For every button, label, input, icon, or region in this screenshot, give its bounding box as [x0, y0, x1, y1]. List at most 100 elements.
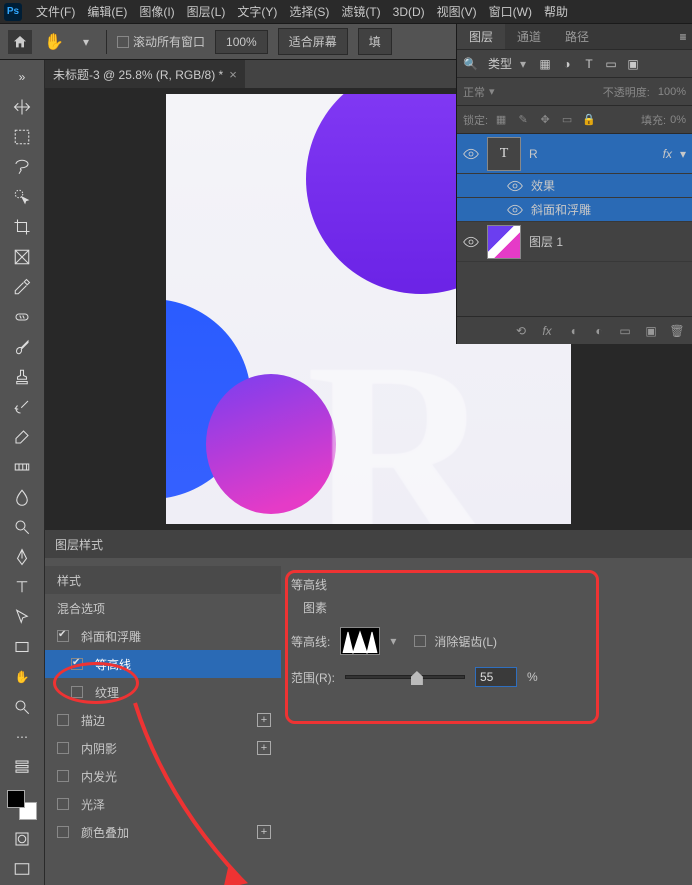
add-color-overlay-icon[interactable]: + [257, 825, 271, 839]
inner-glow-checkbox[interactable] [57, 770, 69, 782]
menu-file[interactable]: 文件(F) [30, 3, 81, 20]
contour-picker[interactable] [340, 627, 380, 655]
filter-adjust-icon[interactable]: ◑ [558, 55, 576, 73]
new-layer-icon[interactable]: ▣ [642, 322, 660, 340]
tab-layers[interactable]: 图层 [457, 24, 505, 49]
menu-layer[interactable]: 图层(L) [181, 3, 232, 20]
bevel-checkbox[interactable] [57, 630, 69, 642]
layer-name[interactable]: 图层 1 [529, 233, 563, 250]
hand-tool-icon-side[interactable]: ✋ [9, 666, 35, 688]
blend-mode-dropdown[interactable]: 正常▾ [463, 84, 495, 100]
stamp-tool-icon[interactable] [9, 366, 35, 388]
move-tool-icon[interactable] [9, 96, 35, 118]
lock-position-icon[interactable]: ✥ [536, 111, 554, 129]
visibility-toggle[interactable] [507, 202, 523, 218]
visibility-toggle[interactable] [463, 234, 479, 250]
dodge-tool-icon[interactable] [9, 516, 35, 538]
marquee-tool-icon[interactable] [9, 126, 35, 148]
frame-tool-icon[interactable] [9, 246, 35, 268]
eyedropper-tool-icon[interactable] [9, 276, 35, 298]
visibility-toggle[interactable] [463, 146, 479, 162]
quick-select-tool-icon[interactable] [9, 186, 35, 208]
layer-mask-icon[interactable]: ◖ [564, 322, 582, 340]
layer-row[interactable]: T R fx ▾ [457, 134, 692, 174]
lock-pixel-icon[interactable]: ▦ [492, 111, 510, 129]
pen-tool-icon[interactable] [9, 546, 35, 568]
layer-effects-row[interactable]: 效果 [457, 174, 692, 198]
menu-view[interactable]: 视图(V) [431, 3, 483, 20]
hand-tool-icon[interactable]: ✋ [42, 30, 66, 54]
color-overlay-checkbox[interactable] [57, 826, 69, 838]
add-stroke-icon[interactable]: + [257, 713, 271, 727]
fill-screen-button[interactable]: 填 [358, 28, 392, 55]
blending-options-row[interactable]: 混合选项 [45, 594, 281, 622]
zoom-tool-icon[interactable] [9, 696, 35, 718]
layer-thumbnail-text[interactable]: T [487, 137, 521, 171]
layer-row[interactable]: 图层 1 [457, 222, 692, 262]
filter-pixel-icon[interactable]: ▦ [536, 55, 554, 73]
fill-value[interactable]: 0% [670, 114, 686, 126]
menu-filter[interactable]: 滤镜(T) [335, 3, 386, 20]
visibility-toggle[interactable] [507, 178, 523, 194]
rectangle-tool-icon[interactable] [9, 636, 35, 658]
inner-shadow-checkbox[interactable] [57, 742, 69, 754]
fit-screen-button[interactable]: 适合屏幕 [278, 28, 348, 55]
menu-type[interactable]: 文字(Y) [231, 3, 283, 20]
scroll-all-windows-checkbox[interactable]: 滚动所有窗口 [117, 33, 205, 50]
layer-fx-icon[interactable]: fx [538, 322, 556, 340]
fx-expand-icon[interactable]: ▾ [680, 147, 686, 161]
lock-all-icon[interactable]: 🔒 [580, 111, 598, 129]
tab-paths[interactable]: 路径 [553, 24, 601, 49]
crop-tool-icon[interactable] [9, 216, 35, 238]
menu-3d[interactable]: 3D(D) [387, 5, 431, 19]
quick-mask-icon[interactable] [9, 828, 35, 850]
layer-fx-item[interactable]: 斜面和浮雕 [457, 198, 692, 222]
close-icon[interactable]: × [229, 67, 237, 82]
filter-kind-dropdown[interactable]: 类型▾ [482, 54, 532, 74]
filter-type-icon[interactable]: T [580, 55, 598, 73]
panel-menu-icon[interactable]: ≡ [674, 28, 692, 46]
menu-select[interactable]: 选择(S) [283, 3, 335, 20]
type-tool-icon[interactable] [9, 576, 35, 598]
filter-shape-icon[interactable]: ▭ [602, 55, 620, 73]
screen-mode-icon[interactable] [9, 858, 35, 880]
group-icon[interactable]: ▭ [616, 322, 634, 340]
link-layers-icon[interactable]: ⟲ [512, 322, 530, 340]
document-tab[interactable]: 未标题-3 @ 25.8% (R, RGB/8) * × [45, 60, 245, 88]
menu-image[interactable]: 图像(I) [133, 3, 180, 20]
home-icon[interactable] [8, 30, 32, 54]
healing-tool-icon[interactable] [9, 306, 35, 328]
history-brush-tool-icon[interactable] [9, 396, 35, 418]
layer-thumbnail[interactable] [487, 225, 521, 259]
lock-brush-icon[interactable]: ✎ [514, 111, 532, 129]
tab-channels[interactable]: 通道 [505, 24, 553, 49]
satin-checkbox[interactable] [57, 798, 69, 810]
delete-layer-icon[interactable]: 🗑 [668, 322, 686, 340]
path-select-tool-icon[interactable] [9, 606, 35, 628]
layer-name[interactable]: R [529, 147, 538, 161]
zoom-level-button[interactable]: 100% [215, 30, 268, 54]
color-swatches[interactable] [7, 790, 37, 820]
tool-preset-dropdown[interactable]: ▾ [76, 35, 96, 49]
opacity-value[interactable]: 100% [658, 86, 686, 98]
lasso-tool-icon[interactable] [9, 156, 35, 178]
gradient-tool-icon[interactable] [9, 456, 35, 478]
bevel-emboss-row[interactable]: 斜面和浮雕 [45, 622, 281, 650]
eraser-tool-icon[interactable] [9, 426, 35, 448]
menu-help[interactable]: 帮助 [538, 3, 574, 20]
add-inner-shadow-icon[interactable]: + [257, 741, 271, 755]
range-slider[interactable] [345, 675, 465, 679]
filter-smart-icon[interactable]: ▣ [624, 55, 642, 73]
adjustment-layer-icon[interactable]: ◐ [590, 322, 608, 340]
brush-tool-icon[interactable] [9, 336, 35, 358]
menu-edit[interactable]: 编辑(E) [81, 3, 133, 20]
styles-header[interactable]: 样式 [45, 566, 281, 594]
search-icon[interactable]: 🔍 [463, 57, 478, 71]
lock-artboard-icon[interactable]: ▭ [558, 111, 576, 129]
fx-badge[interactable]: fx [663, 147, 672, 161]
foreground-color-swatch[interactable] [7, 790, 25, 808]
blur-tool-icon[interactable] [9, 486, 35, 508]
more-tools-icon[interactable]: ⋯ [9, 726, 35, 748]
edit-toolbar-icon[interactable] [9, 756, 35, 778]
menu-window[interactable]: 窗口(W) [483, 3, 538, 20]
